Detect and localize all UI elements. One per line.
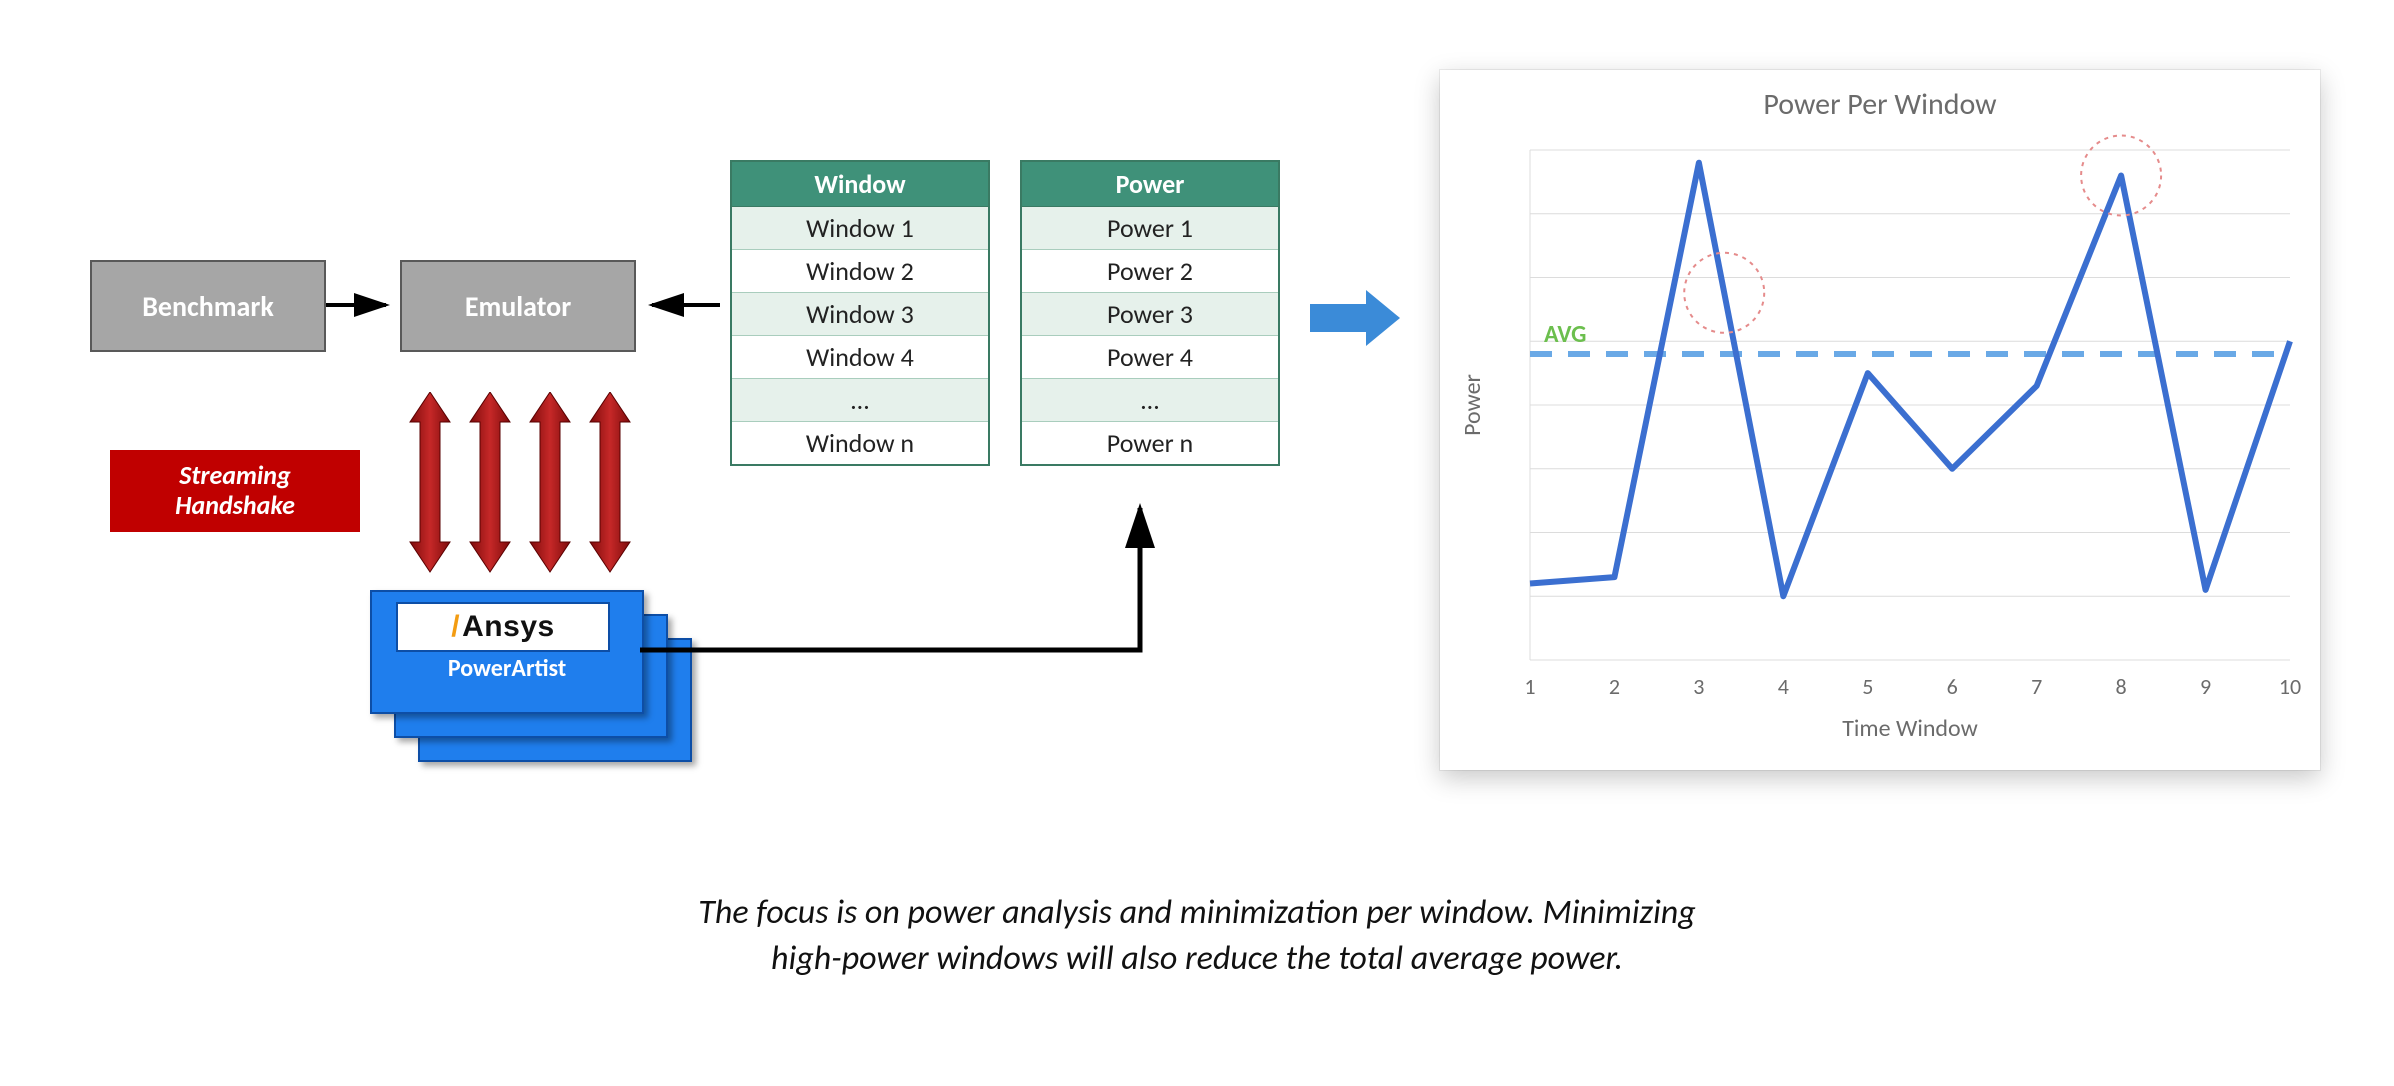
- power-table: Power Power 1Power 2Power 3Power 4…Power…: [1020, 160, 1280, 466]
- ansys-logo: /Ansys: [396, 602, 610, 652]
- ansys-text: Ansys: [462, 610, 555, 643]
- x-tick: 4: [1778, 673, 1789, 700]
- table-row: Window n: [731, 422, 989, 466]
- caption-line2: high-power windows will also reduce the …: [0, 936, 2394, 982]
- table-row: …: [1021, 379, 1279, 422]
- table-row: Window 1: [731, 207, 989, 250]
- power-series: [1530, 163, 2290, 597]
- table-row: Power 3: [1021, 293, 1279, 336]
- window-table-header: Window: [731, 161, 989, 207]
- x-tick: 10: [2279, 673, 2301, 700]
- caption: The focus is on power analysis and minim…: [0, 890, 2394, 982]
- x-axis-label: Time Window: [1842, 714, 1978, 743]
- x-tick: 9: [2200, 673, 2211, 700]
- power-table-header: Power: [1021, 161, 1279, 207]
- chart-svg: Power Per Window AVG 1 2 3 4 5 6 7 8 9 10 Time Windo…: [1440, 70, 2320, 770]
- table-row: Power 1: [1021, 207, 1279, 250]
- x-tick: 1: [1524, 673, 1535, 700]
- table-row: Power n: [1021, 422, 1279, 466]
- x-tick: 2: [1609, 673, 1620, 700]
- x-tick: 3: [1693, 673, 1704, 700]
- emulator-label: Emulator: [465, 289, 571, 324]
- x-tick: 6: [1947, 673, 1958, 700]
- table-row: …: [731, 379, 989, 422]
- y-axis-label: Power: [1458, 374, 1487, 436]
- powerartist-label: PowerArtist: [372, 654, 642, 683]
- benchmark-label: Benchmark: [142, 289, 274, 324]
- handshake-arrows: [400, 392, 660, 582]
- ansys-slash-icon: /: [451, 610, 460, 643]
- streaming-handshake-label: Streaming Handshake: [110, 450, 360, 532]
- table-row: Window 4: [731, 336, 989, 379]
- emulator-block: Emulator: [400, 260, 636, 352]
- chart-title: Power Per Window: [1763, 86, 1997, 123]
- x-tick: 7: [2031, 673, 2042, 700]
- benchmark-block: Benchmark: [90, 260, 326, 352]
- avg-label: AVG: [1544, 320, 1586, 349]
- x-tick: 5: [1862, 673, 1873, 700]
- table-row: Power 4: [1021, 336, 1279, 379]
- power-per-window-chart: Power Per Window AVG 1 2 3 4 5 6 7 8 9 10 Time Windo…: [1440, 70, 2320, 770]
- arrow-benchmark-emulator: [326, 290, 400, 320]
- arrow-powerartist-power: [640, 490, 1200, 690]
- caption-line1: The focus is on power analysis and minim…: [0, 890, 2394, 936]
- arrow-windows-emulator: [636, 290, 726, 320]
- streaming-handshake-text: Streaming Handshake: [175, 461, 295, 521]
- table-row: Window 3: [731, 293, 989, 336]
- table-row: Power 2: [1021, 250, 1279, 293]
- table-row: Window 2: [731, 250, 989, 293]
- window-table: Window Window 1Window 2Window 3Window 4……: [730, 160, 990, 466]
- x-tick: 8: [2116, 673, 2127, 700]
